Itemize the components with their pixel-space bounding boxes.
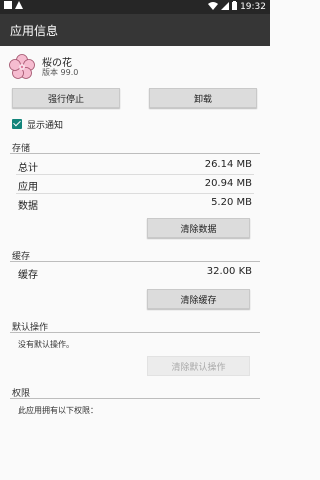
clock-time: 19:32 bbox=[240, 2, 266, 12]
force-stop-button[interactable]: 强行停止 bbox=[12, 88, 120, 108]
storage-total-value: 26.14 MB bbox=[204, 159, 252, 170]
sakura-flower-icon bbox=[8, 53, 36, 81]
cache-label: 缓存 bbox=[18, 270, 38, 281]
signal-icon bbox=[221, 1, 230, 13]
cache-value: 32.00 KB bbox=[206, 266, 252, 277]
clear-cache-button[interactable]: 清除缓存 bbox=[147, 289, 250, 309]
app-bar: 应用信息 bbox=[0, 14, 270, 46]
storage-app-label: 应用 bbox=[18, 182, 38, 193]
storage-data-label: 数据 bbox=[18, 201, 38, 212]
storage-total-label: 总计 bbox=[18, 163, 38, 174]
notification-square-icon bbox=[4, 1, 12, 9]
no-defaults-text: 没有默认操作。 bbox=[18, 340, 74, 349]
status-bar: 19:32 bbox=[0, 0, 270, 14]
app-info-header: 桜の花 版本 99.0 bbox=[0, 46, 270, 82]
clear-data-button[interactable]: 清除数据 bbox=[147, 218, 250, 238]
notification-triangle-icon bbox=[15, 1, 23, 9]
row-divider bbox=[16, 193, 254, 194]
storage-data-value: 5.20 MB bbox=[211, 197, 252, 208]
permissions-text: 此应用拥有以下权限： bbox=[18, 406, 98, 415]
app-version: 版本 99.0 bbox=[42, 68, 79, 77]
divider bbox=[10, 398, 260, 399]
checkbox-checked-icon[interactable] bbox=[12, 119, 22, 129]
battery-icon bbox=[232, 1, 238, 13]
divider bbox=[10, 332, 260, 333]
clear-defaults-button[interactable]: 清除默认操作 bbox=[147, 356, 250, 376]
row-divider bbox=[16, 174, 254, 175]
show-notifications-label: 显示通知 bbox=[27, 120, 64, 131]
storage-app-value: 20.94 MB bbox=[204, 178, 252, 189]
uninstall-button[interactable]: 卸载 bbox=[149, 88, 257, 108]
divider bbox=[10, 153, 260, 154]
show-notifications-toggle[interactable]: 显示通知 bbox=[12, 117, 63, 131]
divider bbox=[10, 261, 260, 262]
wifi-icon bbox=[208, 1, 219, 13]
page-title: 应用信息 bbox=[10, 24, 59, 38]
